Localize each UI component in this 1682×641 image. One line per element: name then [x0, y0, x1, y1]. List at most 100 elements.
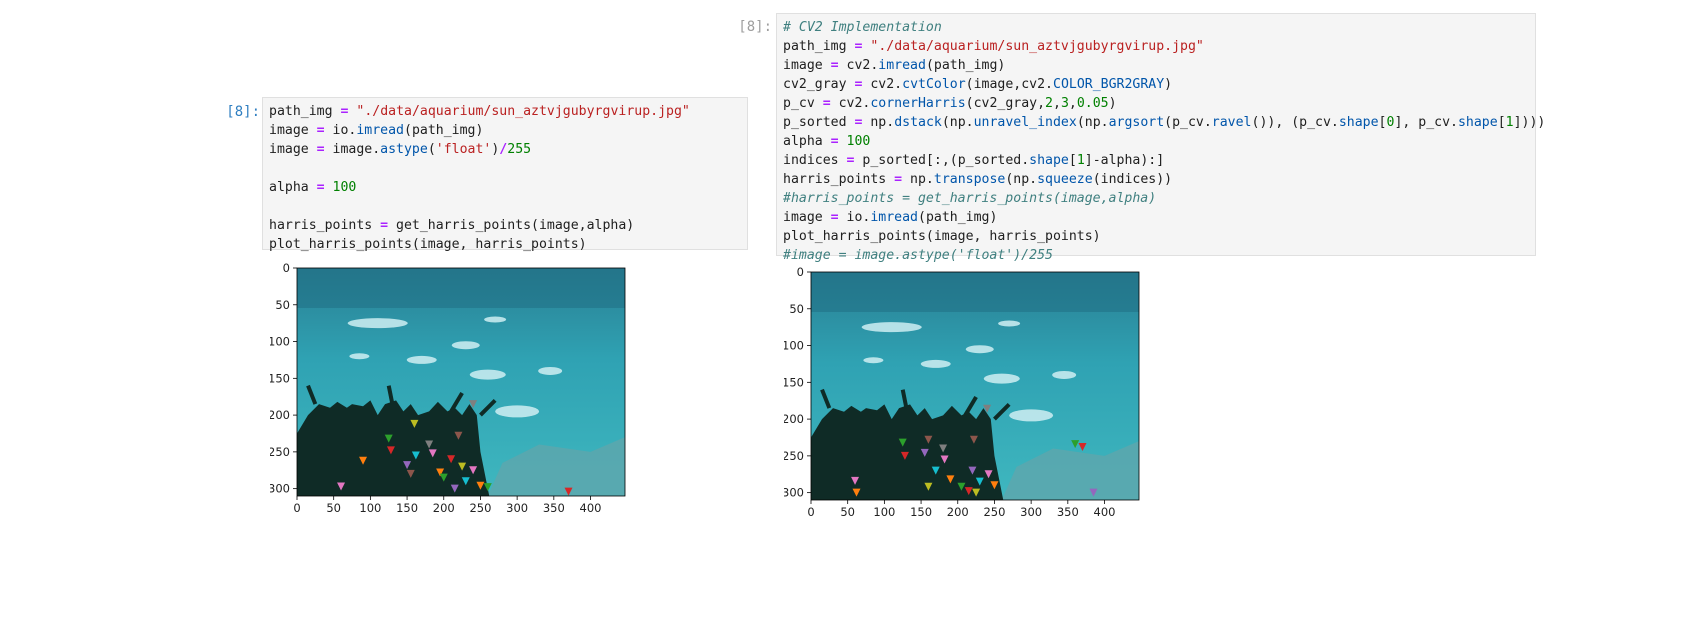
code-token: # CV2 Implementation	[783, 20, 942, 35]
code-token: imread	[878, 58, 926, 73]
code-token: path_img	[783, 39, 855, 54]
code-token: 255	[507, 142, 532, 157]
code-token: (image,cv2.	[965, 77, 1053, 92]
fish-shape	[1009, 409, 1054, 422]
x-tick-label: 50	[840, 505, 855, 519]
code-token: get_harris_points(image,alpha)	[388, 218, 635, 233]
code-token: (indices))	[1092, 172, 1173, 187]
code-token: alpha	[783, 134, 831, 149]
y-tick-label: 50	[275, 298, 290, 312]
code-line: image = image.astype('float')/255	[269, 140, 741, 159]
x-tick-label: 350	[1057, 505, 1079, 519]
code-token: (	[427, 142, 436, 157]
code-token: p_sorted	[783, 115, 855, 130]
code-token: shape	[1457, 115, 1498, 130]
y-tick-label: 100	[270, 335, 290, 349]
y-tick-label: 150	[270, 371, 290, 385]
code-token: [	[1068, 153, 1077, 168]
image-shading	[297, 268, 625, 308]
fish-shape	[406, 355, 437, 364]
code-token: cornerHarris	[870, 96, 966, 111]
code-token: np.	[862, 115, 895, 130]
code-token: ,	[1053, 96, 1061, 111]
code-token: "./data/aquarium/sun_aztvjgubyrgvirup.jp…	[356, 104, 690, 119]
code-token: =	[380, 218, 389, 233]
fish-shape	[451, 341, 480, 350]
code-token: p_sorted[:,(p_sorted.	[854, 153, 1030, 168]
y-tick-label: 250	[270, 445, 290, 459]
code-token: )	[1164, 77, 1173, 92]
right-code-lines: # CV2 Implementation path_img = "./data/a…	[783, 18, 1545, 265]
code-token: 1	[1505, 115, 1514, 130]
code-token: p_cv	[783, 96, 823, 111]
x-tick-label: 150	[396, 501, 418, 515]
code-token: (p_cv.	[1164, 115, 1212, 130]
x-tick-label: 400	[1094, 505, 1116, 519]
fish-shape	[484, 316, 507, 323]
code-token: =	[822, 96, 831, 111]
code-line: path_img = "./data/aquarium/sun_aztvjgub…	[269, 102, 741, 121]
left-code-editor[interactable]: path_img = "./data/aquarium/sun_aztvjgub…	[262, 97, 748, 252]
y-tick-label: 250	[784, 449, 804, 463]
code-line: #harris_points = get_harris_points(image…	[783, 189, 1529, 208]
fish-shape	[1052, 370, 1077, 379]
code-token: shape	[1029, 153, 1069, 168]
code-token: astype	[380, 142, 428, 157]
fish-shape	[920, 359, 951, 368]
code-token: (path_img)	[404, 123, 484, 138]
y-tick-label: 200	[270, 408, 290, 422]
code-token: image	[269, 123, 317, 138]
code-token: plot_harris_points(image, harris_points)	[269, 237, 587, 252]
fish-shape	[861, 322, 922, 333]
x-tick-label: 250	[469, 501, 491, 515]
code-token: ,	[1068, 96, 1077, 111]
fish-shape	[965, 345, 994, 354]
code-token: =	[830, 210, 839, 225]
fish-shape	[469, 369, 506, 380]
fish-shape	[349, 353, 370, 360]
code-line: path_img = "./data/aquarium/sun_aztvjgub…	[783, 37, 1529, 56]
code-token: cvtColor	[902, 77, 966, 92]
code-line: cv2_gray = cv2.cvtColor(image,cv2.COLOR_…	[783, 75, 1529, 94]
right-plot-figure: 0 50 100 150 200 250 300 350 400 0 50 100 150 200 250 3…	[782, 262, 1154, 528]
right-code-editor[interactable]: # CV2 Implementation path_img = "./data/a…	[776, 13, 1545, 263]
x-tick-label: 100	[359, 501, 381, 515]
code-token: io.	[838, 210, 871, 225]
code-token: image	[783, 58, 831, 73]
left-cell-prompt: [8]:	[226, 104, 260, 120]
code-line: harris_points = np.transpose(np.squeeze(…	[783, 170, 1529, 189]
code-token: ravel	[1211, 115, 1252, 130]
x-tick-label: 400	[580, 501, 602, 515]
x-tick-label: 0	[807, 505, 814, 519]
fish-shape	[983, 373, 1020, 384]
code-token: squeeze	[1037, 172, 1093, 187]
fish-shape	[495, 405, 540, 418]
fish-shape	[998, 320, 1021, 327]
code-token: dstack	[894, 115, 942, 130]
x-tick-label: 250	[983, 505, 1005, 519]
code-token: =	[316, 142, 325, 157]
code-token: =	[830, 58, 839, 73]
code-line: harris_points = get_harris_points(image,…	[269, 216, 741, 235]
code-token: cv2.	[830, 96, 871, 111]
code-token: path_img	[269, 104, 341, 119]
code-token: harris_points	[269, 218, 381, 233]
y-tick-label: 0	[283, 261, 290, 275]
code-token: unravel_index	[973, 115, 1077, 130]
code-token: plot_harris_points(image, harris_points)	[783, 229, 1101, 244]
left-code-lines: path_img = "./data/aquarium/sun_aztvjgub…	[269, 102, 741, 254]
x-tick-label: 200	[433, 501, 455, 515]
code-token: argsort	[1108, 115, 1165, 130]
code-token: np.	[902, 172, 934, 187]
code-token: imread	[870, 210, 918, 225]
code-line: # CV2 Implementation	[783, 18, 1529, 37]
code-line: image = io.imread(path_img)	[269, 121, 741, 140]
code-token: cv2_gray	[783, 77, 855, 92]
code-token: io.	[324, 123, 357, 138]
image-shading	[811, 272, 1139, 312]
right-cell-prompt: [8]:	[738, 19, 772, 35]
code-token: "./data/aquarium/sun_aztvjgubyrgvirup.jp…	[870, 39, 1204, 54]
